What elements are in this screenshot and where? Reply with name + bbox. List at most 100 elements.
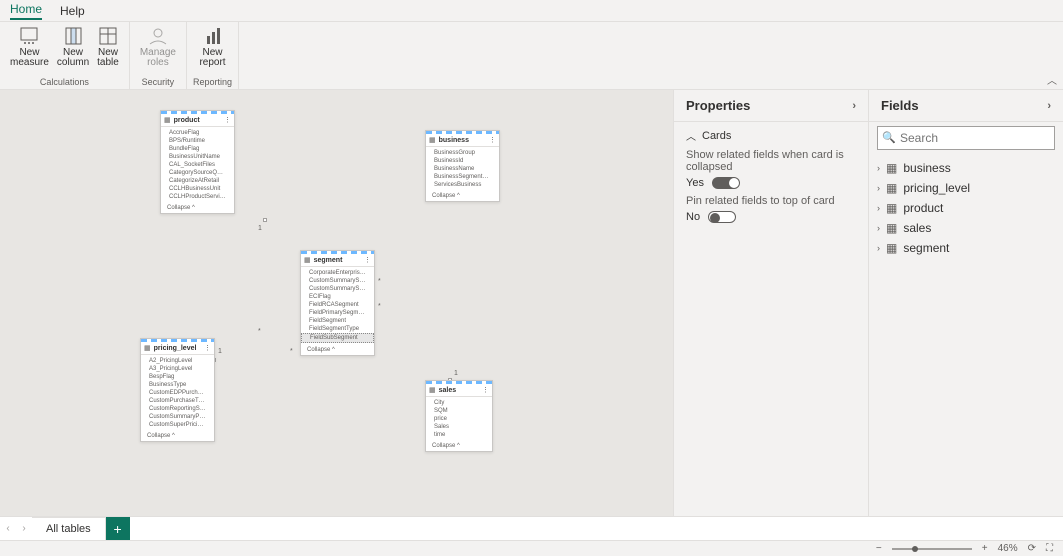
card-pricing-level[interactable]: ▦ pricing_level ⋮ A2_PricingLevel A3_Pri… xyxy=(140,338,215,442)
card-field[interactable]: CustomPurchaseType xyxy=(141,397,214,405)
card-field[interactable]: BundleFlag xyxy=(161,145,234,153)
card-field[interactable]: BusinessUnitName xyxy=(161,153,234,161)
zoom-in-button[interactable]: + xyxy=(982,543,988,554)
new-table-button[interactable]: New table xyxy=(93,24,123,77)
card-field[interactable]: CCLHProductServicesAndSensors xyxy=(161,193,234,201)
new-measure-label: New measure xyxy=(10,48,49,68)
card-collapse-button[interactable]: Collapse ^ xyxy=(426,441,492,451)
card-field[interactable]: CustomSummarySector xyxy=(301,277,374,285)
card-sales[interactable]: ▦ sales ⋮ City SQM price Sales time Coll… xyxy=(425,380,493,452)
chevron-right-icon: › xyxy=(877,183,880,193)
model-canvas[interactable]: 1 * 1 * * 1 1 * ▦ product ⋮ AccrueFlag B… xyxy=(0,90,673,516)
field-item-business[interactable]: › ▦ business xyxy=(877,158,1055,178)
card-collapse-button[interactable]: Collapse ^ xyxy=(161,203,234,213)
card-menu-button[interactable]: ⋮ xyxy=(204,344,211,352)
field-item-pricing-level[interactable]: › ▦ pricing_level xyxy=(877,178,1055,198)
card-field[interactable]: BusinessGroup xyxy=(426,149,499,157)
menu-home[interactable]: Home xyxy=(10,2,42,20)
card-field[interactable]: BPS/Runtime xyxy=(161,137,234,145)
card-field[interactable]: CustomReportingSummaryAcc… xyxy=(141,405,214,413)
card-field[interactable]: A2_PricingLevel xyxy=(141,357,214,365)
card-field[interactable]: AccrueFlag xyxy=(161,129,234,137)
card-field[interactable]: SQM xyxy=(426,407,492,415)
card-field[interactable]: CustomSummarySegment xyxy=(301,285,374,293)
card-field[interactable]: BusinessType xyxy=(141,381,214,389)
card-field[interactable]: CorporateEnterpriseFlag xyxy=(301,269,374,277)
card-menu-button[interactable]: ⋮ xyxy=(364,256,371,264)
card-product[interactable]: ▦ product ⋮ AccrueFlag BPS/Runtime Bundl… xyxy=(160,110,235,214)
card-collapse-button[interactable]: Collapse ^ xyxy=(301,345,374,355)
ribbon-collapse-button[interactable]: ︿ xyxy=(1047,72,1057,87)
card-header: ▦ business ⋮ xyxy=(426,134,499,147)
chevron-up-icon: ︿ xyxy=(686,128,696,143)
cards-section-header[interactable]: ︿ Cards xyxy=(686,128,856,143)
search-input[interactable] xyxy=(877,126,1055,150)
card-field[interactable]: Sales xyxy=(426,423,492,431)
card-business[interactable]: ▦ business ⋮ BusinessGroup BusinessId Bu… xyxy=(425,130,500,202)
tab-all-tables[interactable]: All tables xyxy=(32,517,106,541)
collapse-fields-button[interactable]: › xyxy=(1047,100,1051,112)
card-segment[interactable]: ▦ segment ⋮ CorporateEnterpriseFlag Cust… xyxy=(300,250,375,356)
new-column-button[interactable]: New column xyxy=(53,24,93,77)
new-column-label: New column xyxy=(57,48,89,68)
zoom-out-button[interactable]: − xyxy=(876,543,882,554)
card-header: ▦ pricing_level ⋮ xyxy=(141,342,214,355)
card-field[interactable]: FieldSegment xyxy=(301,317,374,325)
fit-to-page-button[interactable]: ⟳ xyxy=(1028,543,1036,554)
new-report-button[interactable]: New report xyxy=(195,24,229,77)
card-field[interactable]: BespFlag xyxy=(141,373,214,381)
card-field[interactable]: FieldSegmentType xyxy=(301,325,374,333)
ribbon-group-calculations: New measure New column New table Calcula… xyxy=(0,22,130,89)
card-menu-button[interactable]: ⋮ xyxy=(482,386,489,394)
related-fields-toggle[interactable] xyxy=(712,177,740,189)
card-body: AccrueFlag BPS/Runtime BundleFlag Busine… xyxy=(161,127,234,203)
card-field[interactable]: A3_PricingLevel xyxy=(141,365,214,373)
pin-fields-toggle-row: No xyxy=(686,211,856,223)
ribbon-group-reporting: New report Reporting xyxy=(187,22,239,89)
manage-roles-button[interactable]: Manage roles xyxy=(136,24,180,77)
card-field[interactable]: CustomSuperPricingLevel xyxy=(141,421,214,429)
card-collapse-button[interactable]: Collapse ^ xyxy=(141,431,214,441)
field-item-sales[interactable]: › ▦ sales xyxy=(877,218,1055,238)
roles-icon xyxy=(148,26,168,46)
card-field[interactable]: CategorySourceQRMPath xyxy=(161,169,234,177)
card-field[interactable]: ServicesBusiness xyxy=(426,181,499,189)
collapse-properties-button[interactable]: › xyxy=(852,100,856,112)
fullscreen-button[interactable]: ⛶ xyxy=(1046,543,1053,554)
card-body: A2_PricingLevel A3_PricingLevel BespFlag… xyxy=(141,355,214,431)
table-icon: ▦ xyxy=(886,201,897,215)
card-menu-button[interactable]: ⋮ xyxy=(489,136,496,144)
column-icon xyxy=(63,26,83,46)
properties-title: Properties xyxy=(686,98,750,113)
card-field[interactable]: price xyxy=(426,415,492,423)
tab-add-button[interactable]: + xyxy=(106,517,130,541)
card-field[interactable]: CategorizeAtRetail xyxy=(161,177,234,185)
card-field[interactable]: CCLHBusinessUnit xyxy=(161,185,234,193)
card-field[interactable]: CustomSummaryPurchaseType xyxy=(141,413,214,421)
tab-next-button[interactable]: › xyxy=(16,517,32,541)
new-measure-button[interactable]: New measure xyxy=(6,24,53,77)
pin-fields-toggle[interactable] xyxy=(708,211,736,223)
card-field[interactable]: time xyxy=(426,431,492,439)
field-item-segment[interactable]: › ▦ segment xyxy=(877,238,1055,258)
card-field[interactable]: FieldPrimarySegment xyxy=(301,309,374,317)
card-field[interactable]: ECIFlag xyxy=(301,293,374,301)
card-field[interactable]: FieldRCASegment xyxy=(301,301,374,309)
card-field[interactable]: CAL_SocketFiles xyxy=(161,161,234,169)
menu-help[interactable]: Help xyxy=(60,4,85,18)
rel-line xyxy=(0,283,75,284)
field-item-product[interactable]: › ▦ product xyxy=(877,198,1055,218)
card-field-selected[interactable]: FieldSubSegment xyxy=(301,333,374,343)
field-label: segment xyxy=(903,241,949,255)
card-field[interactable]: CustomEDPPurchaseType xyxy=(141,389,214,397)
card-field[interactable]: City xyxy=(426,399,492,407)
card-menu-button[interactable]: ⋮ xyxy=(224,116,231,124)
zoom-slider[interactable] xyxy=(892,548,972,550)
card-field[interactable]: BusinessName xyxy=(426,165,499,173)
tab-prev-button[interactable]: ‹ xyxy=(0,517,16,541)
card-field[interactable]: BusinessId xyxy=(426,157,499,165)
cards-section-label: Cards xyxy=(702,130,731,142)
card-collapse-button[interactable]: Collapse ^ xyxy=(426,191,499,201)
card-field[interactable]: BusinessSegmentName xyxy=(426,173,499,181)
report-icon xyxy=(203,26,223,46)
